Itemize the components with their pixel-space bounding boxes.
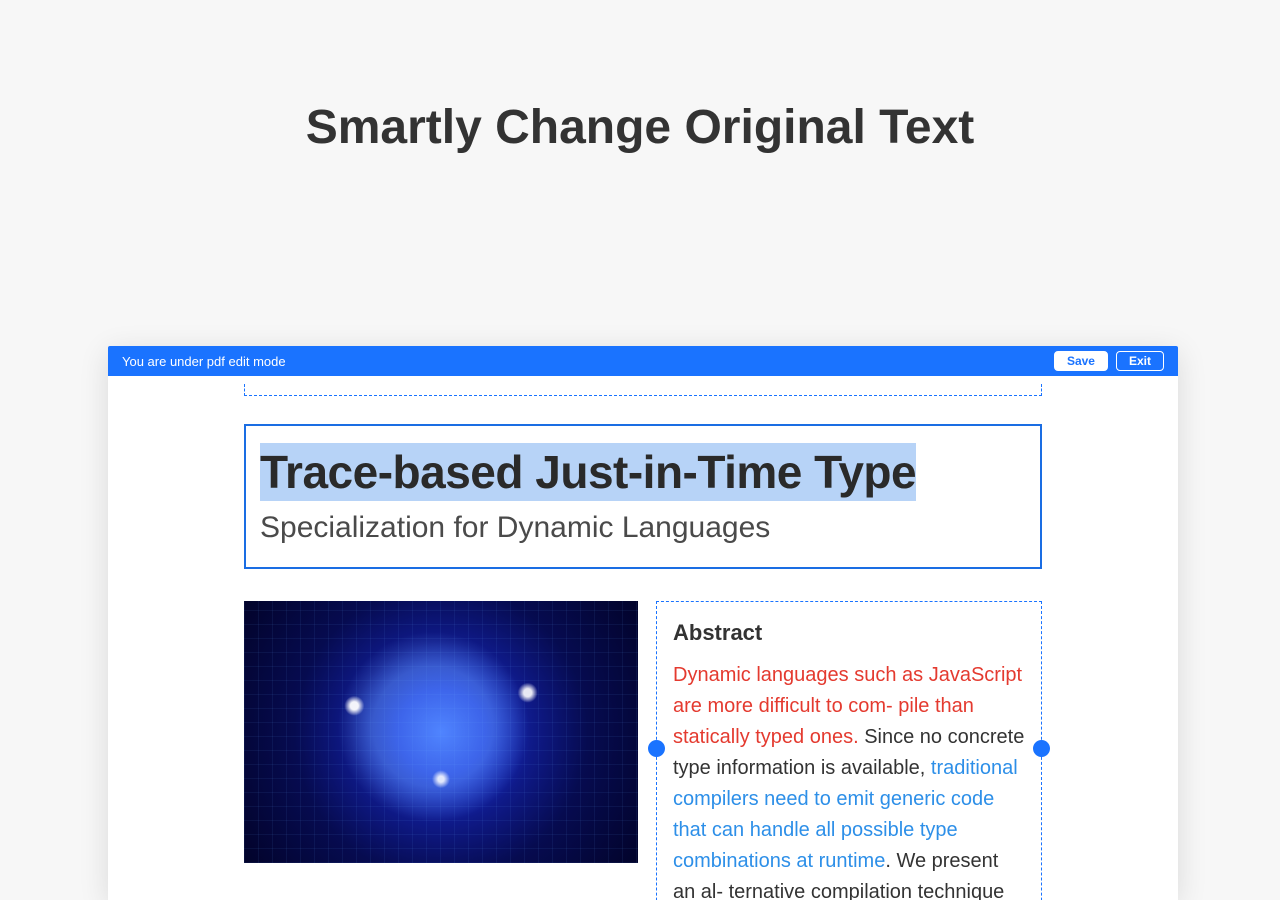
subtitle-text[interactable]: Specialization for Dynamic Languages <box>260 511 1026 545</box>
exit-button[interactable]: Exit <box>1116 351 1164 371</box>
document-canvas[interactable]: Trace-based Just-in-Time Type Specializa… <box>108 384 1178 900</box>
pdf-editor-window: You are under pdf edit mode Save Exit Tr… <box>108 346 1178 900</box>
editor-topbar: You are under pdf edit mode Save Exit <box>108 346 1178 376</box>
abstract-body[interactable]: Dynamic languages such as JavaScript are… <box>673 660 1025 900</box>
resize-handle-right[interactable] <box>1033 740 1050 757</box>
title-selected-text[interactable]: Trace-based Just-in-Time Type <box>260 443 916 501</box>
topbar-buttons: Save Exit <box>1054 351 1164 371</box>
document-image[interactable] <box>244 601 638 863</box>
abstract-text-block[interactable]: Abstract Dynamic languages such as JavaS… <box>656 601 1042 900</box>
top-dashed-region[interactable] <box>244 384 1042 396</box>
edit-mode-status: You are under pdf edit mode <box>122 354 1054 369</box>
page-heading: Smartly Change Original Text <box>0 100 1280 155</box>
abstract-heading[interactable]: Abstract <box>673 620 1025 646</box>
body-row: Abstract Dynamic languages such as JavaS… <box>244 601 1042 900</box>
title-text-block[interactable]: Trace-based Just-in-Time Type Specializa… <box>244 424 1042 569</box>
resize-handle-left[interactable] <box>648 740 665 757</box>
save-button[interactable]: Save <box>1054 351 1108 371</box>
